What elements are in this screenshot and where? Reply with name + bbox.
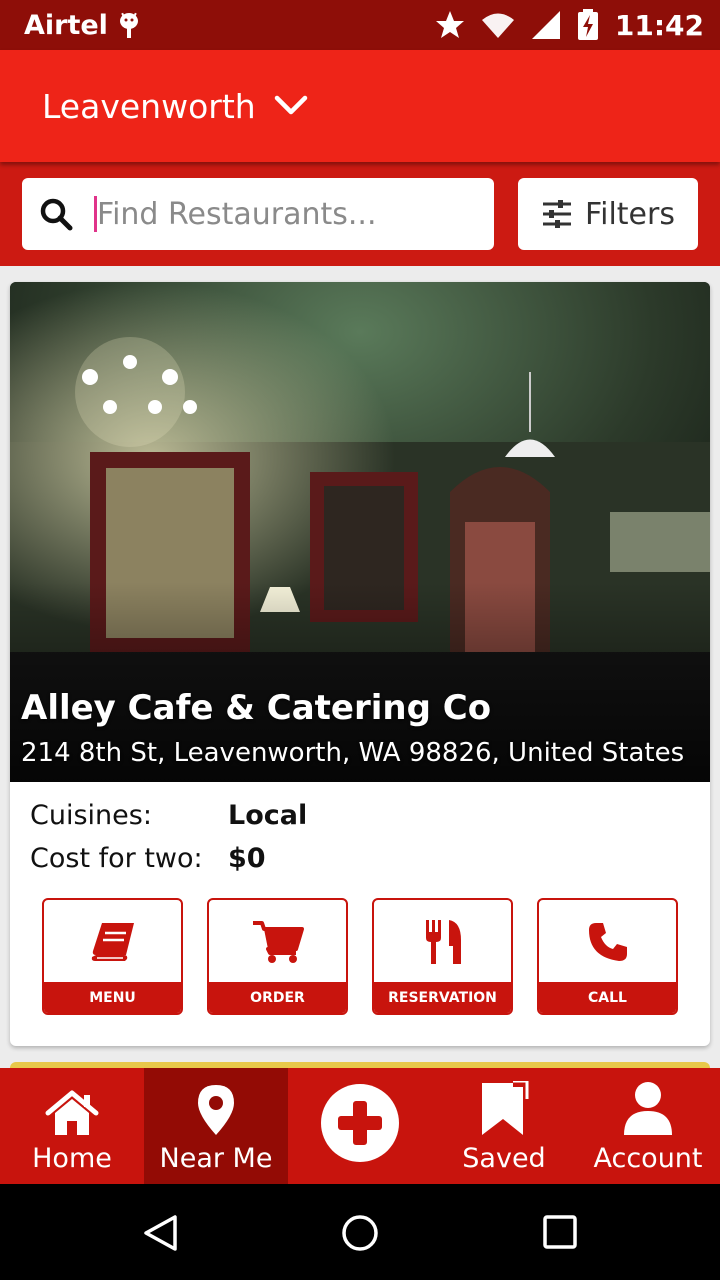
cuisines-value: Local (228, 800, 308, 831)
menu-button[interactable]: MENU (42, 898, 183, 1015)
search-icon (40, 198, 73, 231)
back-icon[interactable] (142, 1214, 178, 1252)
signal-icon (531, 11, 560, 39)
call-label: CALL (539, 982, 676, 1013)
home-circle-icon[interactable] (341, 1214, 379, 1252)
nav-home[interactable]: Home (0, 1068, 144, 1184)
reservation-label: RESERVATION (374, 982, 511, 1013)
star-icon (435, 11, 464, 38)
restaurant-card[interactable]: Alley Cafe & Catering Co 214 8th St, Lea… (10, 282, 710, 1046)
city-selector[interactable]: Leavenworth (42, 87, 256, 126)
recents-icon[interactable] (542, 1214, 578, 1250)
book-icon (91, 923, 134, 961)
filters-button[interactable]: Filters (518, 178, 698, 250)
nav-account[interactable]: Account (576, 1068, 720, 1184)
fork-knife-icon (425, 920, 461, 964)
home-icon (45, 1090, 99, 1135)
cost-label: Cost for two: (30, 843, 203, 874)
nav-account-label: Account (593, 1143, 703, 1174)
nav-add[interactable] (288, 1068, 432, 1184)
restaurant-name[interactable]: Alley Cafe & Catering Co (21, 688, 491, 728)
cuisines-row: Cuisines: Local (30, 800, 630, 831)
phone-icon (588, 923, 627, 961)
cuisines-label: Cuisines: (30, 800, 152, 831)
location-pin-icon (198, 1085, 234, 1135)
user-icon (624, 1082, 672, 1135)
order-button[interactable]: ORDER (207, 898, 348, 1015)
nav-saved[interactable]: Saved (432, 1068, 576, 1184)
menu-label: MENU (44, 982, 181, 1013)
restaurant-photo[interactable]: Alley Cafe & Catering Co 214 8th St, Lea… (10, 282, 710, 782)
add-circle-icon (321, 1084, 399, 1162)
battery-charging-icon (577, 9, 598, 40)
nav-saved-label: Saved (462, 1143, 546, 1174)
app-bar: Leavenworth (0, 50, 720, 162)
nav-home-label: Home (32, 1143, 112, 1174)
carrier-name: Airtel (24, 9, 108, 41)
nav-near-me[interactable]: Near Me (144, 1068, 288, 1184)
search-box[interactable] (22, 178, 494, 250)
system-navigation-bar (0, 1184, 720, 1280)
bookmark-icon (482, 1081, 529, 1135)
order-label: ORDER (209, 982, 346, 1013)
reservation-button[interactable]: RESERVATION (372, 898, 513, 1015)
search-input[interactable] (97, 196, 467, 232)
chevron-down-icon[interactable] (274, 95, 308, 117)
sliders-icon (543, 200, 572, 228)
call-button[interactable]: CALL (537, 898, 678, 1015)
cost-row: Cost for two: $0 (30, 843, 630, 874)
bottom-navigation: Home Near Me Saved Account (0, 1068, 720, 1184)
android-icon (119, 12, 138, 38)
nav-near-me-label: Near Me (159, 1143, 273, 1174)
clock: 11:42 (614, 8, 704, 42)
cart-icon (252, 921, 304, 963)
cost-value: $0 (228, 843, 266, 874)
restaurant-address: 214 8th St, Leavenworth, WA 98826, Unite… (21, 738, 685, 768)
status-bar: Airtel 11:42 (0, 0, 720, 50)
filters-label: Filters (585, 196, 675, 232)
search-bar: Filters (0, 162, 720, 266)
wifi-icon (481, 13, 514, 38)
